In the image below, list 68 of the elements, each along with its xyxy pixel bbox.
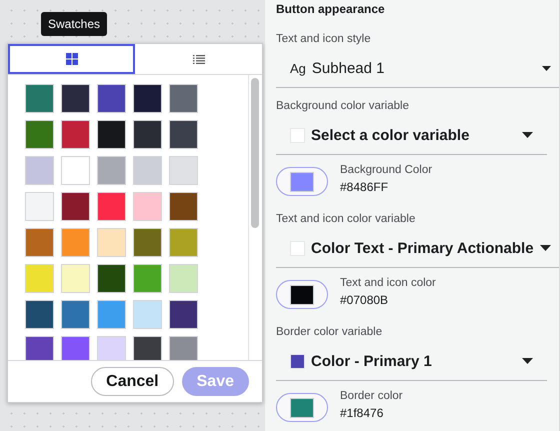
color-swatch[interactable] <box>133 300 162 329</box>
color-picker-button[interactable] <box>276 167 328 196</box>
color-swatch[interactable] <box>61 264 90 293</box>
color-label: Text and icon color <box>340 276 436 288</box>
list-icon <box>192 54 204 64</box>
field-label: Text and icon color variable <box>276 213 416 225</box>
color-label: Background Color <box>340 164 432 176</box>
color-swatch[interactable] <box>97 228 126 257</box>
color-swatch[interactable] <box>97 264 126 293</box>
section-title: Button appearance <box>276 2 386 16</box>
color-variable-dropdown[interactable]: Color - Primary 1 <box>276 342 547 381</box>
caret-icon <box>522 132 533 138</box>
color-swatch[interactable] <box>169 228 198 257</box>
color-swatch[interactable] <box>169 192 198 221</box>
text-style-dropdown[interactable]: Ag Subhead 1 <box>276 49 559 88</box>
caret-icon <box>540 245 551 251</box>
color-label: Border color <box>340 390 403 402</box>
caret-icon <box>522 358 533 364</box>
color-swatch[interactable] <box>133 336 162 360</box>
hex-value: #07080B <box>340 292 390 306</box>
color-swatch[interactable] <box>133 120 162 149</box>
color-swatch[interactable] <box>169 264 198 293</box>
color-swatch[interactable] <box>97 84 126 113</box>
color-picker-button[interactable] <box>276 393 328 422</box>
color-picker-button[interactable] <box>276 280 328 309</box>
tooltip: Swatches <box>41 12 108 36</box>
color-swatch[interactable] <box>25 120 54 149</box>
field-label: Text and icon style <box>276 33 372 45</box>
color-swatch[interactable] <box>97 156 126 185</box>
color-swatch[interactable] <box>61 228 90 257</box>
color-swatch[interactable] <box>169 156 198 185</box>
color-swatch[interactable] <box>25 192 54 221</box>
hex-value: #1f8476 <box>340 406 384 420</box>
color-swatch[interactable] <box>25 336 54 360</box>
color-swatch[interactable] <box>61 156 90 185</box>
color-swatch[interactable] <box>133 84 162 113</box>
color-swatch[interactable] <box>25 84 54 113</box>
color-swatch[interactable] <box>169 84 198 113</box>
color-swatch[interactable] <box>97 120 126 149</box>
color-swatch[interactable] <box>133 192 162 221</box>
color-swatch[interactable] <box>169 120 198 149</box>
color-swatch[interactable] <box>133 264 162 293</box>
grid-view-tab[interactable] <box>8 44 135 74</box>
field-label: Border color variable <box>276 326 384 338</box>
color-swatch[interactable] <box>169 336 198 360</box>
color-variable-dropdown[interactable]: Color Text - Primary Actionable <box>276 229 559 268</box>
color-swatch[interactable] <box>169 300 198 329</box>
cancel-button[interactable]: Cancel <box>91 367 174 396</box>
color-swatch[interactable] <box>61 336 90 360</box>
color-swatch[interactable] <box>25 300 54 329</box>
color-swatch[interactable] <box>97 192 126 221</box>
hex-value: #8486FF <box>340 180 390 194</box>
grid-icon <box>66 53 78 65</box>
color-swatch[interactable] <box>25 264 54 293</box>
color-swatch[interactable] <box>25 156 54 185</box>
color-swatch[interactable] <box>61 192 90 221</box>
color-swatch[interactable] <box>25 228 54 257</box>
color-swatch[interactable] <box>61 84 90 113</box>
caret-icon <box>542 66 551 70</box>
color-swatch[interactable] <box>61 120 90 149</box>
color-swatch[interactable] <box>97 300 126 329</box>
color-swatch[interactable] <box>61 300 90 329</box>
scrollbar-thumb[interactable] <box>251 78 259 228</box>
color-swatch[interactable] <box>133 228 162 257</box>
color-variable-dropdown[interactable]: Select a color variable <box>276 116 547 155</box>
color-swatch[interactable] <box>133 156 162 185</box>
field-label: Background color variable <box>276 100 410 112</box>
color-swatch[interactable] <box>97 336 126 360</box>
